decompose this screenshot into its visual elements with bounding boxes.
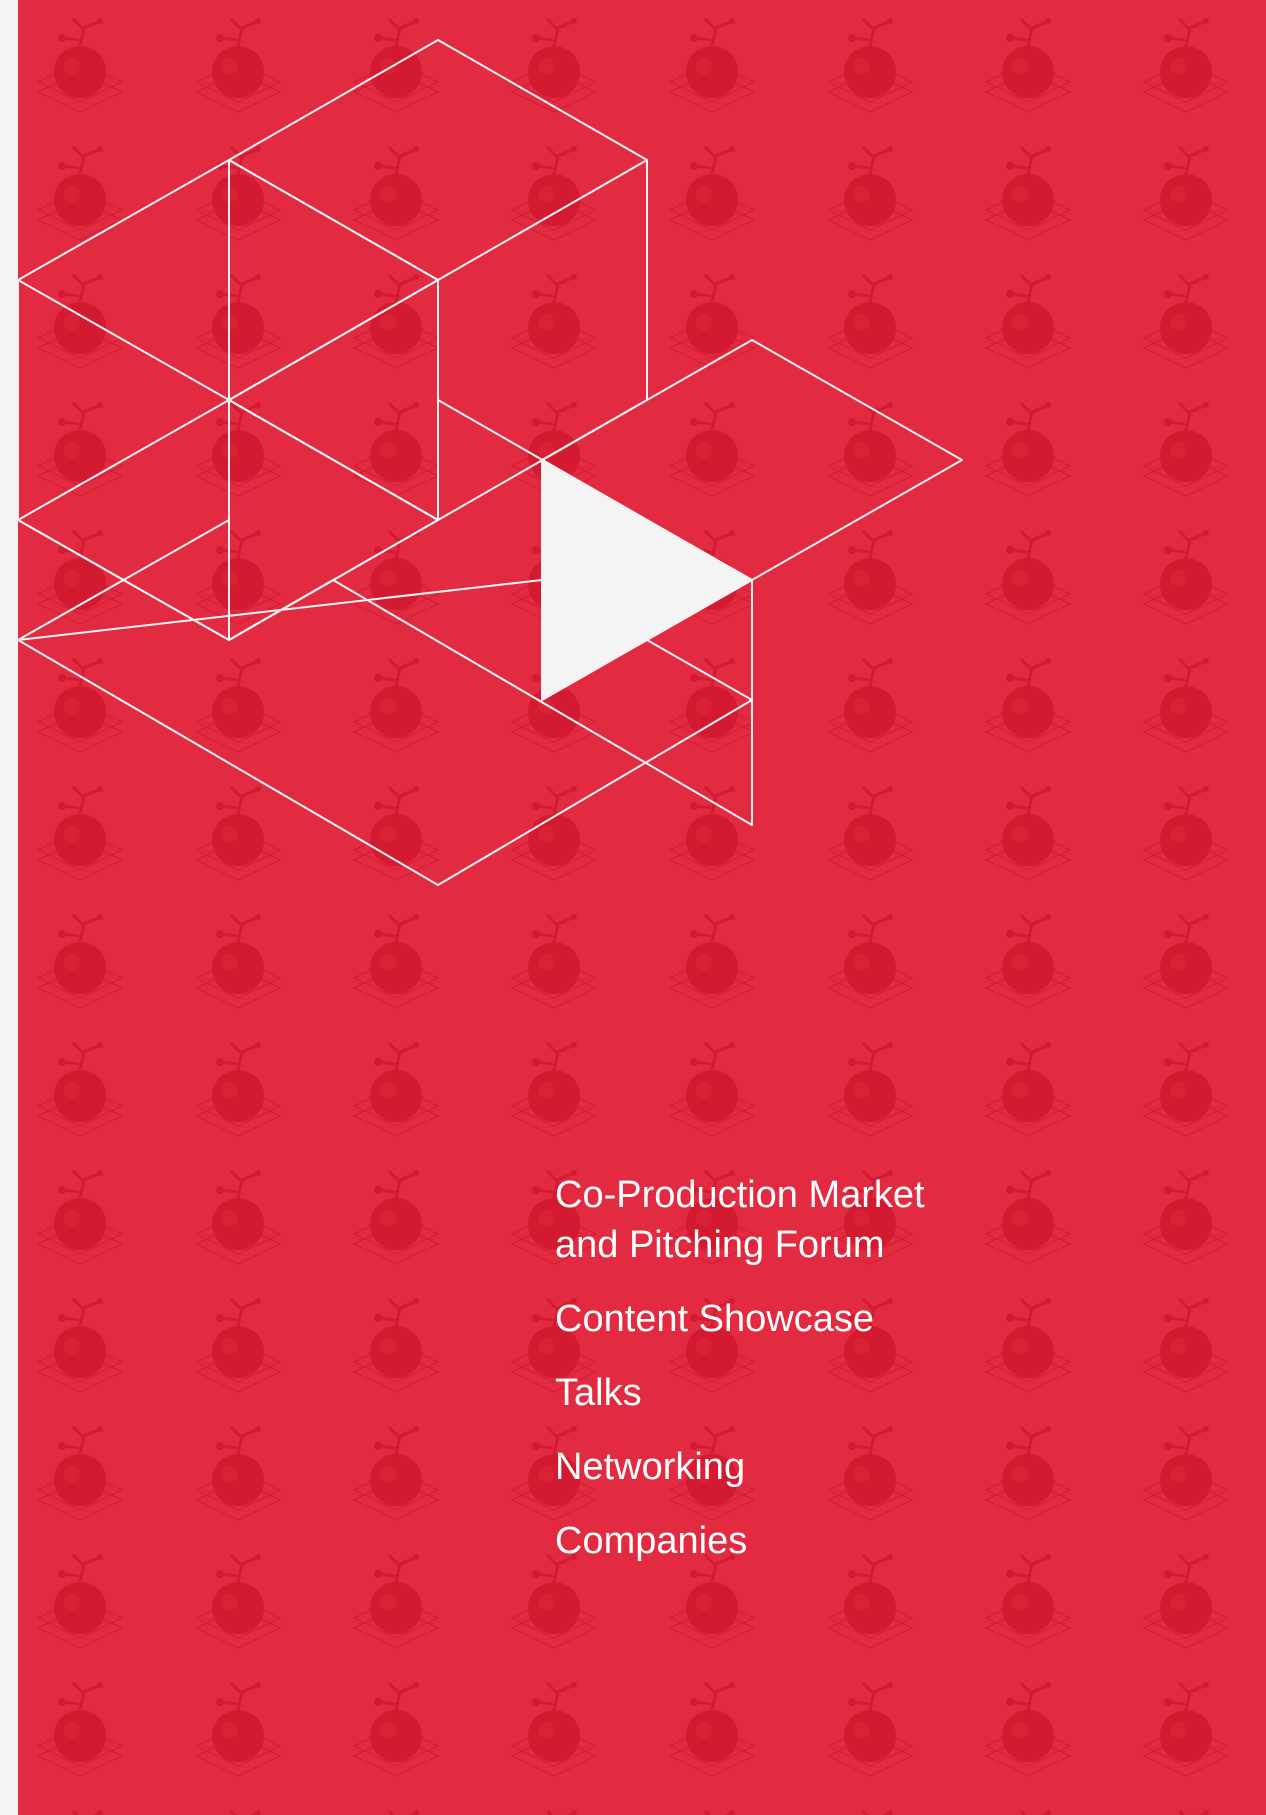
left-margin-strip [0, 0, 18, 1815]
hero-panel: Co-Production Market and Pitching Forum … [18, 0, 1266, 1815]
navigation-menu: Co-Production Market and Pitching Forum … [555, 1170, 975, 1590]
menu-item-companies[interactable]: Companies [555, 1516, 975, 1566]
menu-item-talks[interactable]: Talks [555, 1368, 975, 1418]
play-icon [541, 458, 755, 702]
menu-item-co-production-market[interactable]: Co-Production Market and Pitching Forum [555, 1170, 975, 1270]
menu-item-networking[interactable]: Networking [555, 1442, 975, 1492]
menu-item-content-showcase[interactable]: Content Showcase [555, 1294, 975, 1344]
